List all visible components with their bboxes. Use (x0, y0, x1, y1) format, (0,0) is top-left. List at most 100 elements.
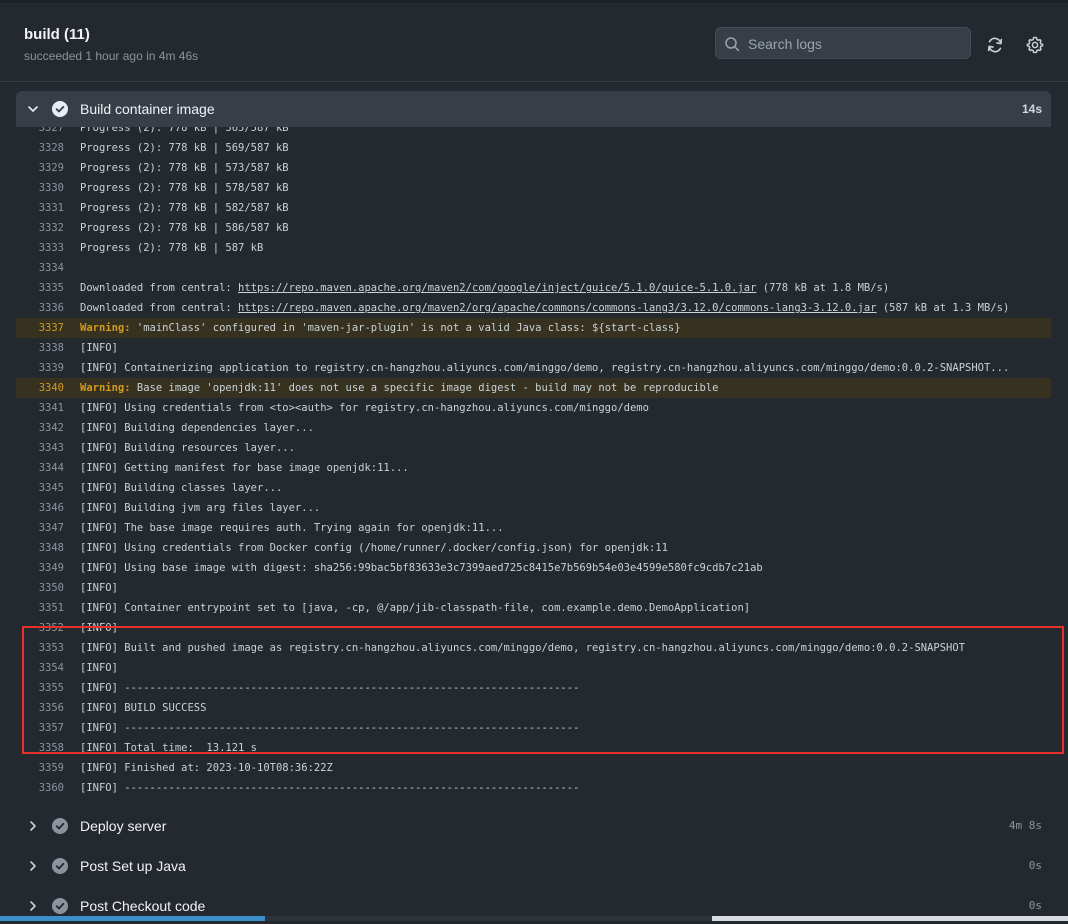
step-post-set-up-java[interactable]: Post Set up Java 0s (16, 848, 1051, 884)
line-number[interactable]: 3331 (16, 198, 64, 218)
line-message: [INFO] (80, 622, 118, 634)
log-line: 3345 [INFO] Building classes layer... (16, 478, 1051, 498)
line-text: [INFO] Container entrypoint set to [java… (80, 598, 750, 618)
line-message: [INFO] Using base image with digest: sha… (80, 562, 763, 574)
line-number[interactable]: 3353 (16, 638, 64, 658)
line-number[interactable]: 3356 (16, 698, 64, 718)
line-text: Progress (2): 778 kB | 569/587 kB (80, 138, 289, 158)
line-number[interactable]: 3332 (16, 218, 64, 238)
refresh-icon[interactable] (986, 36, 1004, 54)
line-text: [INFO] Building dependencies layer... (80, 418, 314, 438)
line-text: [INFO] The base image requires auth. Try… (80, 518, 504, 538)
line-number[interactable]: 3328 (16, 138, 64, 158)
line-text: [INFO] (80, 578, 118, 598)
step-build-container-image[interactable]: Build container image 14s (16, 91, 1051, 127)
search-logs-input[interactable] (746, 28, 970, 60)
log-line: 3327 Progress (2): 778 kB | 565/587 kB (16, 127, 1051, 138)
line-number[interactable]: 3346 (16, 498, 64, 518)
job-header: build (11) succeeded 1 hour ago in 4m 46… (0, 3, 1068, 82)
log-line: 3357 [INFO] -----------------------------… (16, 718, 1051, 738)
log-line: 3352 [INFO] (16, 618, 1051, 638)
line-message: [INFO] (80, 662, 118, 674)
chevron-right-icon (30, 901, 36, 911)
line-number[interactable]: 3345 (16, 478, 64, 498)
step-duration: 0s (1028, 859, 1042, 872)
step-duration: 14s (1021, 102, 1042, 116)
line-number[interactable]: 3337 (16, 318, 64, 338)
line-number[interactable]: 3344 (16, 458, 64, 478)
line-number[interactable]: 3349 (16, 558, 64, 578)
log-line: 3353 [INFO] Built and pushed image as reg… (16, 638, 1051, 658)
log-line: 3355 [INFO] -----------------------------… (16, 678, 1051, 698)
line-number[interactable]: 3352 (16, 618, 64, 638)
line-number[interactable]: 3360 (16, 778, 64, 797)
line-text: [INFO] Getting manifest for base image o… (80, 458, 409, 478)
step-duration: 0s (1028, 899, 1042, 912)
line-message: Progress (2): 778 kB | 573/587 kB (80, 162, 289, 174)
line-number[interactable]: 3329 (16, 158, 64, 178)
line-text: [INFO] Containerizing application to reg… (80, 358, 1009, 378)
taskbar-segment (0, 916, 265, 921)
line-number[interactable]: 3335 (16, 278, 64, 298)
line-message: Progress (2): 778 kB | 587 kB (80, 242, 264, 254)
log-line: 3333 Progress (2): 778 kB | 587 kB (16, 238, 1051, 258)
search-logs-box[interactable] (715, 27, 971, 60)
line-text: Downloaded from central: https://repo.ma… (80, 298, 1009, 318)
download-stats: (587 kB at 1.3 MB/s) (876, 302, 1010, 314)
warning-label: Warning: (80, 382, 131, 394)
line-text: [INFO] Building classes layer... (80, 478, 282, 498)
line-number[interactable]: 3359 (16, 758, 64, 778)
chevron-right-icon (30, 821, 36, 831)
line-message: [INFO] Using credentials from Docker con… (80, 542, 668, 554)
line-number[interactable]: 3340 (16, 378, 64, 398)
line-text: Downloaded from central: https://repo.ma… (80, 278, 889, 298)
line-text: Progress (2): 778 kB | 586/587 kB (80, 218, 289, 238)
line-number[interactable]: 3348 (16, 538, 64, 558)
log-line: 3334 (16, 258, 1051, 278)
log-output[interactable]: 3327 Progress (2): 778 kB | 565/587 kB 332… (16, 127, 1051, 797)
line-number[interactable]: 3355 (16, 678, 64, 698)
line-message: [INFO] Using credentials from <to><auth>… (80, 402, 649, 414)
log-line: 3359 [INFO] Finished at: 2023-10-10T08:36… (16, 758, 1051, 778)
gear-icon[interactable] (1026, 36, 1044, 54)
line-number[interactable]: 3341 (16, 398, 64, 418)
line-message: Downloaded from central: (80, 282, 239, 294)
log-line: 3348 [INFO] Using credentials from Docker… (16, 538, 1051, 558)
line-number[interactable]: 3357 (16, 718, 64, 738)
log-lines: 3327 Progress (2): 778 kB | 565/587 kB 332… (16, 127, 1051, 797)
line-number[interactable]: 3336 (16, 298, 64, 318)
chevron-right-icon (30, 861, 36, 871)
line-text: [INFO] (80, 338, 118, 358)
log-line: 3341 [INFO] Using credentials from <to><a… (16, 398, 1051, 418)
line-number[interactable]: 3351 (16, 598, 64, 618)
line-text: [INFO] Using base image with digest: sha… (80, 558, 763, 578)
line-number[interactable]: 3327 (16, 127, 64, 138)
line-number[interactable]: 3354 (16, 658, 64, 678)
line-text: Progress (2): 778 kB | 578/587 kB (80, 178, 289, 198)
line-number[interactable]: 3334 (16, 258, 64, 278)
line-number[interactable]: 3339 (16, 358, 64, 378)
line-text: Progress (2): 778 kB | 582/587 kB (80, 198, 289, 218)
log-line-warning: 3337 Warning: 'mainClass' configured in '… (16, 318, 1051, 338)
line-number[interactable]: 3342 (16, 418, 64, 438)
line-number[interactable]: 3338 (16, 338, 64, 358)
log-line: 3356 [INFO] BUILD SUCCESS (16, 698, 1051, 718)
line-number[interactable]: 3358 (16, 738, 64, 758)
line-number[interactable]: 3347 (16, 518, 64, 538)
line-number[interactable]: 3333 (16, 238, 64, 258)
step-name: Deploy server (80, 818, 167, 834)
line-text: [INFO] Total time: 13.121 s (80, 738, 257, 758)
artifact-link[interactable]: https://repo.maven.apache.org/maven2/org… (238, 302, 876, 314)
job-title: build (11) (24, 26, 90, 43)
line-text: Progress (2): 778 kB | 573/587 kB (80, 158, 289, 178)
line-text: [INFO] ---------------------------------… (80, 718, 579, 738)
line-number[interactable]: 3343 (16, 438, 64, 458)
line-number[interactable]: 3330 (16, 178, 64, 198)
log-line: 3350 [INFO] (16, 578, 1051, 598)
step-deploy-server[interactable]: Deploy server 4m 8s (16, 808, 1051, 844)
log-line: 3330 Progress (2): 778 kB | 578/587 kB (16, 178, 1051, 198)
log-line: 3346 [INFO] Building jvm arg files layer.… (16, 498, 1051, 518)
artifact-link[interactable]: https://repo.maven.apache.org/maven2/com… (238, 282, 756, 294)
line-number[interactable]: 3350 (16, 578, 64, 598)
search-icon (725, 37, 740, 52)
